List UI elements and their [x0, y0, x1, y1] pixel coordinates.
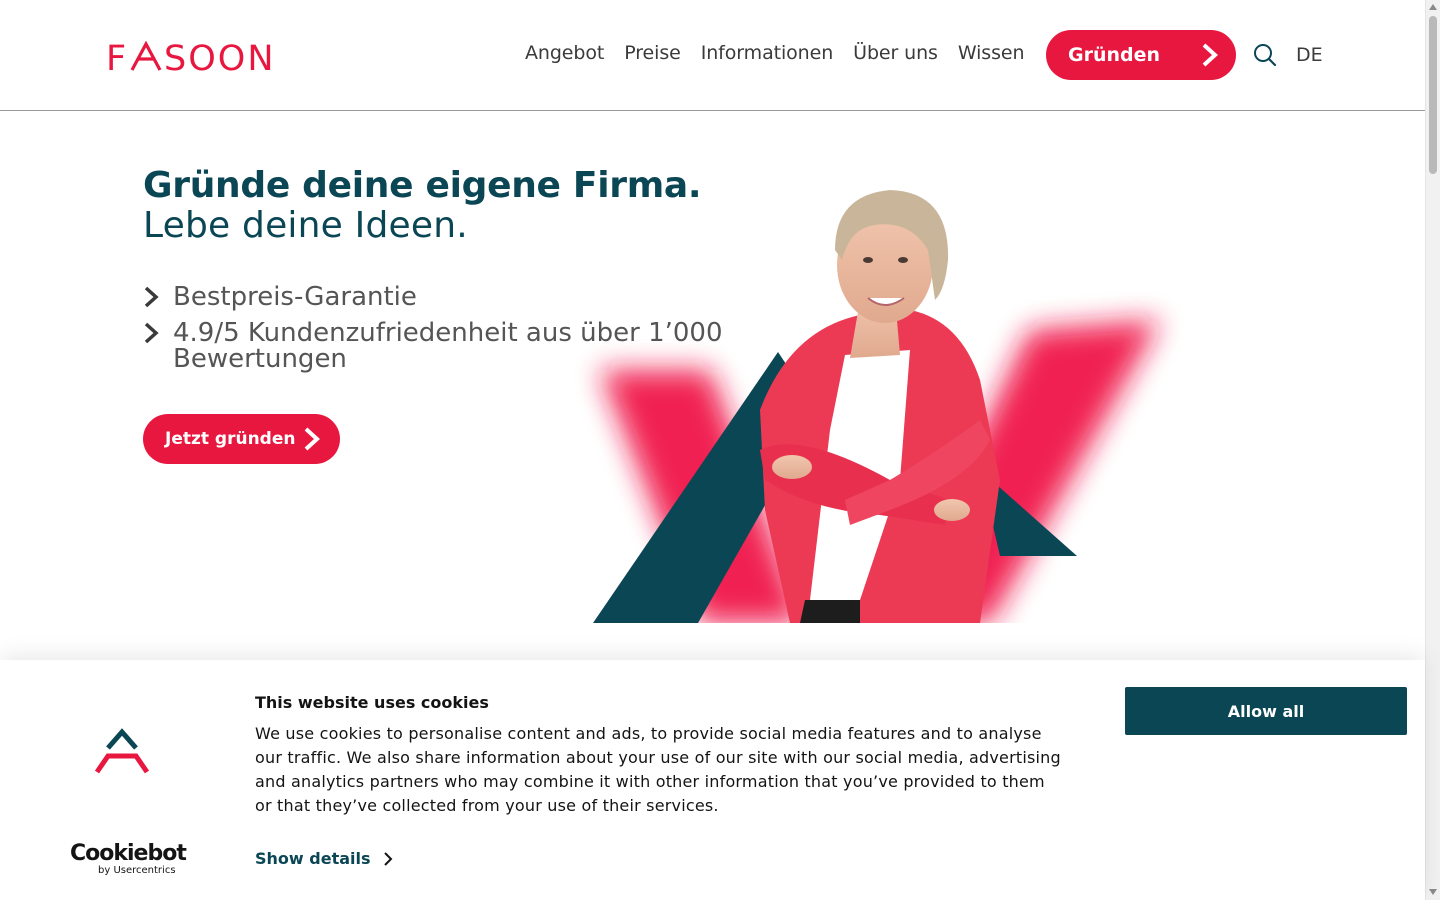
jetzt-gruenden-button[interactable]: Jetzt gründen	[143, 414, 340, 464]
chevron-right-icon	[304, 427, 320, 451]
main-nav: Angebot Preise Informationen Über uns Wi…	[525, 42, 1044, 64]
page-scrollbar[interactable]	[1425, 0, 1440, 900]
fasoon-mark-icon	[94, 728, 150, 774]
hero-subtitle: Lebe deine Ideen.	[143, 205, 468, 246]
chevron-right-icon	[144, 286, 159, 308]
language-switch[interactable]: DE	[1296, 44, 1323, 66]
gruenden-button-label: Gründen	[1068, 44, 1161, 66]
svg-text:SOON: SOON	[164, 39, 276, 74]
nav-item-ueber-uns[interactable]: Über uns	[853, 42, 938, 64]
scroll-down-icon[interactable]	[1429, 889, 1437, 895]
cookie-title: This website uses cookies	[255, 693, 489, 712]
gruenden-button[interactable]: Gründen	[1046, 30, 1236, 80]
allow-all-button[interactable]: Allow all	[1125, 687, 1407, 735]
nav-item-wissen[interactable]: Wissen	[958, 42, 1025, 64]
show-details-link[interactable]: Show details	[255, 849, 393, 868]
jetzt-gruenden-label: Jetzt gründen	[165, 429, 296, 449]
cookie-text: We use cookies to personalise content an…	[255, 724, 1061, 815]
chevron-right-icon	[383, 851, 392, 866]
scrollbar-thumb[interactable]	[1429, 16, 1437, 174]
nav-item-angebot[interactable]: Angebot	[525, 42, 604, 64]
cookiebot-logo-text: Cookiebot	[70, 841, 187, 866]
show-details-label: Show details	[255, 849, 371, 868]
chevron-right-icon	[1202, 43, 1218, 67]
nav-item-informationen[interactable]: Informationen	[701, 42, 834, 64]
chevron-right-icon	[144, 322, 159, 344]
benefit-text: Bestpreis-Garantie	[173, 282, 417, 312]
site-header: F SOON Angebot Preise Informationen Über…	[0, 0, 1425, 111]
cookie-banner: Cookiebot by Usercentrics This website u…	[0, 660, 1425, 900]
hero-illustration	[593, 190, 1160, 623]
cookiebot-logo-subtext: by Usercentrics	[98, 865, 176, 876]
svg-text:F: F	[106, 39, 128, 74]
cookiebot-logo[interactable]: Cookiebot by Usercentrics	[70, 841, 187, 877]
search-icon[interactable]	[1253, 43, 1277, 67]
scroll-up-icon[interactable]	[1429, 4, 1437, 10]
nav-item-preise[interactable]: Preise	[624, 42, 681, 64]
fasoon-logo[interactable]: F SOON	[106, 38, 316, 74]
